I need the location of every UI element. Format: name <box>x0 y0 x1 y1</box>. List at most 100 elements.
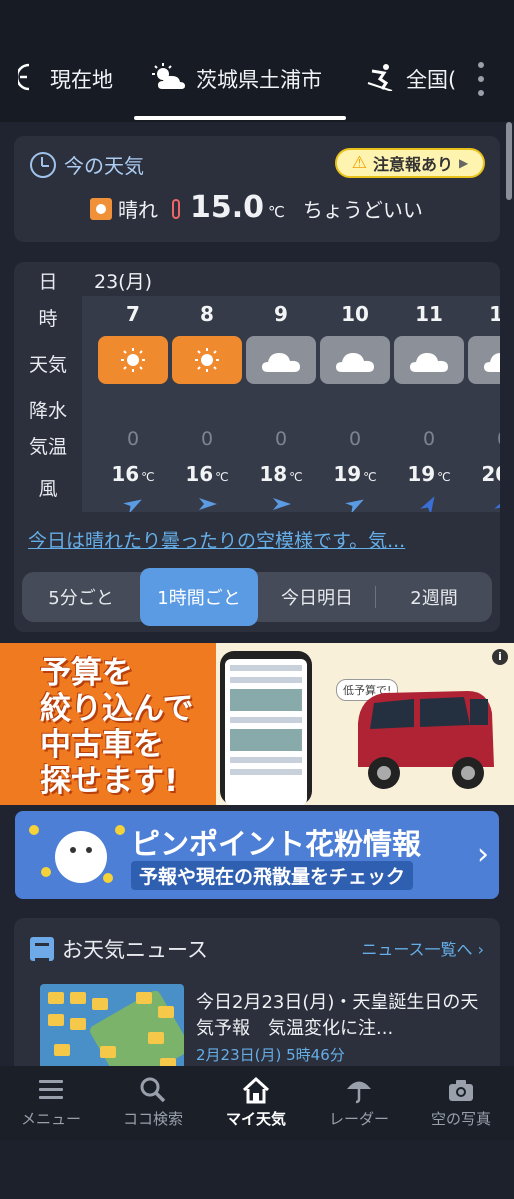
ad-banner[interactable]: 予算を 絞り込んで 中古車を 探せます! 低予算で! i <box>0 643 514 805</box>
menu-icon <box>39 1080 63 1099</box>
precipitation-value: 0 <box>422 428 436 450</box>
sun-cloud-icon <box>152 62 186 96</box>
pollen-title: ピンポイント花粉情報 <box>131 827 422 861</box>
segment-2weeks[interactable]: 2週間 <box>376 572 492 622</box>
wind-direction-icon <box>199 498 217 510</box>
cloudy-icon <box>336 353 374 372</box>
nav-radar[interactable]: レーダー <box>308 1066 410 1140</box>
pollen-subtitle: 予報や現在の飛散量をチェック <box>131 861 414 890</box>
news-list-link[interactable]: ニュース一覧へ › <box>361 936 484 960</box>
search-icon <box>140 1077 166 1103</box>
system-area <box>0 1140 514 1199</box>
temperature-value: 18 ℃ <box>259 462 303 486</box>
clock-icon <box>30 151 56 178</box>
skier-icon <box>366 63 396 96</box>
weather-cell <box>246 336 316 384</box>
row-label-wind: 風 <box>38 478 58 500</box>
segment-1hour[interactable]: 1時間ごと <box>140 568 258 626</box>
arrow-right-icon: ▶ <box>459 156 469 170</box>
weather-cell <box>98 336 168 384</box>
cloudy-icon <box>484 353 500 372</box>
row-label-hour: 時 <box>38 308 58 330</box>
tab-current-location[interactable]: 現在地 <box>15 56 113 102</box>
more-options-icon[interactable] <box>470 62 492 96</box>
nav-search[interactable]: ココ検索 <box>102 1066 204 1140</box>
scrollbar[interactable] <box>506 122 512 200</box>
current-temperature: 15.0 <box>190 190 265 225</box>
hourly-forecast-card: 日 時 天気 降水 気温 風 23(月) 7016℃4m/s8016℃3m/s9… <box>14 262 500 632</box>
sunny-icon <box>195 348 219 372</box>
segment-5min[interactable]: 5分ごと <box>22 572 140 622</box>
date-label: 23(月) <box>94 271 153 293</box>
hour-label: 12 <box>489 302 500 326</box>
camera-icon <box>449 1080 473 1101</box>
forecast-summary-link[interactable]: 今日は晴れたり曇ったりの空模様です。気... <box>28 526 405 553</box>
temperature-value: 19 ℃ <box>333 462 377 486</box>
ad-image: 低予算で! <box>216 643 514 805</box>
pollen-dot <box>115 825 125 835</box>
news-thumbnail[interactable] <box>40 984 184 1078</box>
thermometer-icon <box>172 199 180 219</box>
weather-cell <box>320 336 390 384</box>
tab-tsuchiura[interactable]: 茨城県土浦市 <box>152 56 322 102</box>
hour-label: 11 <box>415 302 443 326</box>
location-tab-bar: 現在地 茨城県土浦市 全国( <box>0 0 514 122</box>
temperature-value: 16 ℃ <box>185 462 229 486</box>
active-tab-indicator <box>134 116 346 120</box>
hour-label: 7 <box>126 302 140 326</box>
hourly-table[interactable]: 日 時 天気 降水 気温 風 23(月) 7016℃4m/s8016℃3m/s9… <box>14 262 500 512</box>
hour-column: 7016℃4m/s <box>96 296 170 512</box>
current-conditions: 晴れ 15.0 ℃ ちょうどいい <box>90 190 423 225</box>
temperature-value: 20℃ <box>481 462 500 486</box>
temperature-value: 19 ℃ <box>407 462 451 486</box>
interval-segmented-control: 5分ごと 1時間ごと 今日明日 2週間 <box>22 568 492 626</box>
hour-columns: 7016℃4m/s8016℃3m/s9018℃3m/s10019℃3m/s110… <box>82 296 500 512</box>
pollen-dot <box>41 867 51 877</box>
wind-direction-icon <box>420 496 435 512</box>
tab-label: 現在地 <box>50 68 113 92</box>
segment-today-tomorrow[interactable]: 今日明日 <box>258 572 376 622</box>
hour-column: 8016℃3m/s <box>170 296 244 512</box>
feel-text: ちょうどいい <box>302 198 423 222</box>
news-headline[interactable]: 今日2月23日(月)・天皇誕生日の天気予報 気温変化に注... <box>196 990 486 1042</box>
precipitation-value: 0 <box>274 428 288 450</box>
nav-my-weather[interactable]: マイ天気 <box>205 1066 307 1140</box>
weather-cell <box>172 336 242 384</box>
wind-direction-icon <box>494 496 500 512</box>
row-label-day: 日 <box>38 271 58 293</box>
temperature-value: 16 ℃ <box>111 462 155 486</box>
pollen-banner[interactable]: ピンポイント花粉情報 予報や現在の飛散量をチェック › <box>15 811 499 899</box>
sunny-icon <box>90 198 112 220</box>
umbrella-icon <box>347 1081 371 1104</box>
home-icon <box>242 1076 270 1104</box>
hour-label: 8 <box>200 302 214 326</box>
ad-info-icon[interactable]: i <box>492 649 508 665</box>
tab-label: 茨城県土浦市 <box>196 68 322 92</box>
temperature-unit: ℃ <box>268 203 285 221</box>
precipitation-value: 0 <box>466 428 500 450</box>
hour-column: 11019℃5m/s <box>392 296 466 512</box>
tab-nationwide[interactable]: 全国( <box>366 56 456 102</box>
row-label-temp: 気温 <box>28 436 67 458</box>
precipitation-value: 0 <box>200 428 214 450</box>
chevron-right-icon: › <box>477 837 489 872</box>
bottom-navigation: メニュー ココ検索 マイ天気 レーダー 空の写真 <box>0 1066 514 1140</box>
phone-image <box>220 651 312 805</box>
newspaper-icon <box>30 937 54 961</box>
nav-menu[interactable]: メニュー <box>0 1066 102 1140</box>
cloudy-icon <box>262 353 300 372</box>
current-weather-card: 今の天気 ⚠ 注意報あり ▶ 晴れ 15.0 ℃ ちょうどいい <box>14 136 500 242</box>
hour-column: 9018℃3m/s <box>244 296 318 512</box>
wind-direction-icon <box>273 498 291 510</box>
tab-label: 全国( <box>406 68 457 92</box>
sunny-icon <box>121 348 145 372</box>
warning-icon: ⚠ <box>351 153 367 173</box>
precipitation-value: 0 <box>126 428 140 450</box>
cloudy-icon <box>410 353 448 372</box>
pollen-mascot-icon <box>55 831 107 883</box>
weather-cell <box>468 336 500 384</box>
nav-sky-photos[interactable]: 空の写真 <box>410 1066 512 1140</box>
wind-direction-icon <box>123 499 142 512</box>
advisory-button[interactable]: ⚠ 注意報あり ▶ <box>335 148 485 178</box>
weather-cell <box>394 336 464 384</box>
